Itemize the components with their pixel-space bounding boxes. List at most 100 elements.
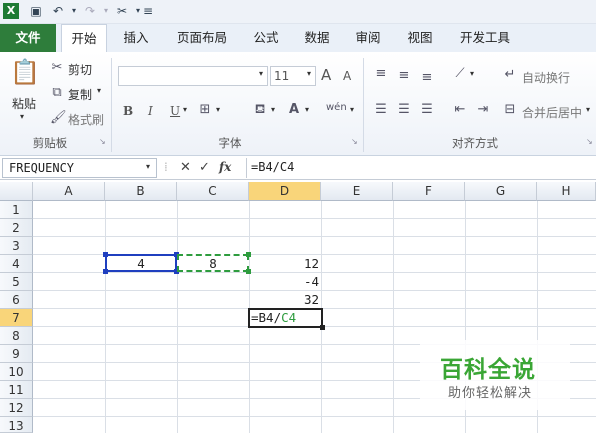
redo-dropdown-icon[interactable]: ▾ (98, 3, 114, 19)
ref-handle[interactable] (103, 252, 108, 257)
alignment-launcher-icon[interactable]: ↘ (586, 137, 593, 146)
tab-page-layout[interactable]: 页面布局 (170, 24, 234, 52)
tab-developer[interactable]: 开发工具 (452, 24, 518, 52)
copy-icon[interactable]: ⧉ (50, 85, 64, 100)
enter-icon[interactable]: ✓ (199, 160, 210, 175)
font-name-input[interactable] (118, 66, 268, 86)
align-left-icon[interactable]: ☰ (373, 102, 389, 117)
row-header-1[interactable]: 1 (0, 201, 33, 219)
select-all-corner[interactable] (0, 182, 33, 201)
row-header-11[interactable]: 11 (0, 381, 33, 399)
borders-icon[interactable]: ⊞ (196, 102, 214, 117)
column-header-g[interactable]: G (465, 182, 537, 201)
tab-review[interactable]: 审阅 (348, 24, 388, 52)
column-header-c[interactable]: C (177, 182, 249, 201)
name-box-dropdown-icon[interactable]: ▾ (146, 162, 150, 171)
paste-button[interactable]: 粘贴 (12, 95, 36, 112)
align-center-icon[interactable]: ☰ (396, 102, 412, 117)
font-color-icon[interactable]: A (286, 102, 302, 117)
phonetic-dropdown-icon[interactable]: ▾ (350, 105, 354, 114)
cancel-icon[interactable]: ✕ (180, 160, 191, 175)
font-color-dropdown-icon[interactable]: ▾ (305, 105, 309, 114)
merge-center-icon[interactable]: ⊟ (502, 102, 518, 117)
shrink-font-button[interactable]: A (343, 69, 351, 83)
row-header-6[interactable]: 6 (0, 291, 33, 309)
merge-dropdown-icon[interactable]: ▾ (586, 105, 590, 114)
fill-color-icon[interactable]: ⛾ (252, 102, 268, 119)
copy-dropdown-icon[interactable]: ▾ (97, 86, 101, 95)
format-painter-icon[interactable]: 🖌 (50, 110, 67, 125)
gridline (33, 236, 596, 237)
redo-icon[interactable]: ↷ (82, 3, 98, 19)
column-header-f[interactable]: F (393, 182, 465, 201)
copy-button[interactable]: 复制 (68, 86, 92, 103)
save-icon[interactable]: ▣ (28, 3, 44, 19)
align-right-icon[interactable]: ☰ (419, 102, 435, 117)
row-header-3[interactable]: 3 (0, 237, 33, 255)
merge-center-button[interactable]: 合并后居中 (522, 104, 582, 121)
undo-icon[interactable]: ↶ (50, 3, 66, 19)
tab-insert[interactable]: 插入 (116, 24, 156, 52)
column-header-h[interactable]: H (537, 182, 596, 201)
row-header-2[interactable]: 2 (0, 219, 33, 237)
cell-d4[interactable]: 12 (249, 255, 319, 273)
row-header-10[interactable]: 10 (0, 363, 33, 381)
row-header-9[interactable]: 9 (0, 345, 33, 363)
column-header-a[interactable]: A (33, 182, 105, 201)
formula-input[interactable]: =B4/C4 (246, 158, 596, 178)
underline-dropdown-icon[interactable]: ▾ (183, 105, 187, 114)
font-size-dropdown-icon[interactable]: ▾ (307, 69, 311, 78)
fill-color-dropdown-icon[interactable]: ▾ (271, 105, 275, 114)
grow-font-button[interactable]: A (321, 66, 331, 84)
borders-dropdown-icon[interactable]: ▾ (216, 105, 220, 114)
row-header-5[interactable]: 5 (0, 273, 33, 291)
clipboard-launcher-icon[interactable]: ↘ (99, 137, 106, 146)
row-header-8[interactable]: 8 (0, 327, 33, 345)
undo-dropdown-icon[interactable]: ▾ (66, 3, 82, 19)
orientation-icon[interactable]: ⟋ (452, 66, 468, 81)
tab-home[interactable]: 开始 (61, 24, 107, 53)
row-header-13[interactable]: 13 (0, 417, 33, 433)
tab-formulas[interactable]: 公式 (246, 24, 286, 52)
excel-logo-icon: X (3, 3, 19, 19)
wrap-text-icon[interactable]: ↵ (502, 67, 518, 82)
phonetic-icon[interactable]: wén (326, 102, 347, 113)
paste-icon[interactable]: 📋 (10, 58, 40, 88)
tab-data[interactable]: 数据 (297, 24, 337, 52)
align-middle-icon[interactable]: ≡ (396, 68, 412, 83)
wrap-text-button[interactable]: 自动换行 (522, 69, 570, 86)
cell-d6[interactable]: 32 (249, 291, 319, 309)
row-header-12[interactable]: 12 (0, 399, 33, 417)
column-header-d[interactable]: D (249, 182, 321, 201)
tab-view[interactable]: 视图 (400, 24, 440, 52)
column-header-b[interactable]: B (105, 182, 177, 201)
orientation-dropdown-icon[interactable]: ▾ (470, 69, 474, 78)
ref-handle[interactable] (103, 269, 108, 274)
insert-function-icon[interactable]: fx (219, 160, 231, 174)
tools-icon[interactable]: ✂ (114, 3, 130, 19)
align-top-icon[interactable]: ≡ (373, 66, 389, 81)
cell-b4[interactable]: 4 (105, 254, 177, 272)
cell-d5[interactable]: -4 (249, 273, 319, 291)
font-launcher-icon[interactable]: ↘ (351, 137, 358, 146)
font-name-dropdown-icon[interactable]: ▾ (259, 69, 263, 78)
customize-qat-icon[interactable]: ≡ (140, 3, 156, 19)
row-header-7[interactable]: 7 (0, 309, 33, 327)
paste-dropdown-icon[interactable]: ▾ (20, 112, 24, 121)
increase-indent-icon[interactable]: ⇥ (475, 102, 491, 117)
name-box[interactable]: FREQUENCY (2, 158, 157, 178)
scissors-icon[interactable]: ✂ (50, 60, 64, 75)
decrease-indent-icon[interactable]: ⇤ (452, 102, 468, 117)
tab-file[interactable]: 文件 (0, 24, 56, 52)
bold-button[interactable]: B (123, 104, 133, 118)
row-header-4[interactable]: 4 (0, 255, 33, 273)
cut-button[interactable]: 剪切 (68, 61, 92, 78)
column-header-e[interactable]: E (321, 182, 393, 201)
align-bottom-icon[interactable]: ≡ (419, 70, 435, 85)
format-painter-button[interactable]: 格式刷 (68, 111, 104, 128)
underline-button[interactable]: U (170, 104, 180, 118)
fill-handle[interactable] (320, 325, 325, 330)
italic-button[interactable]: I (148, 104, 153, 118)
cell-d7-active[interactable]: =B4/C4 (248, 308, 323, 328)
cell-c4[interactable]: 8 (177, 254, 249, 272)
